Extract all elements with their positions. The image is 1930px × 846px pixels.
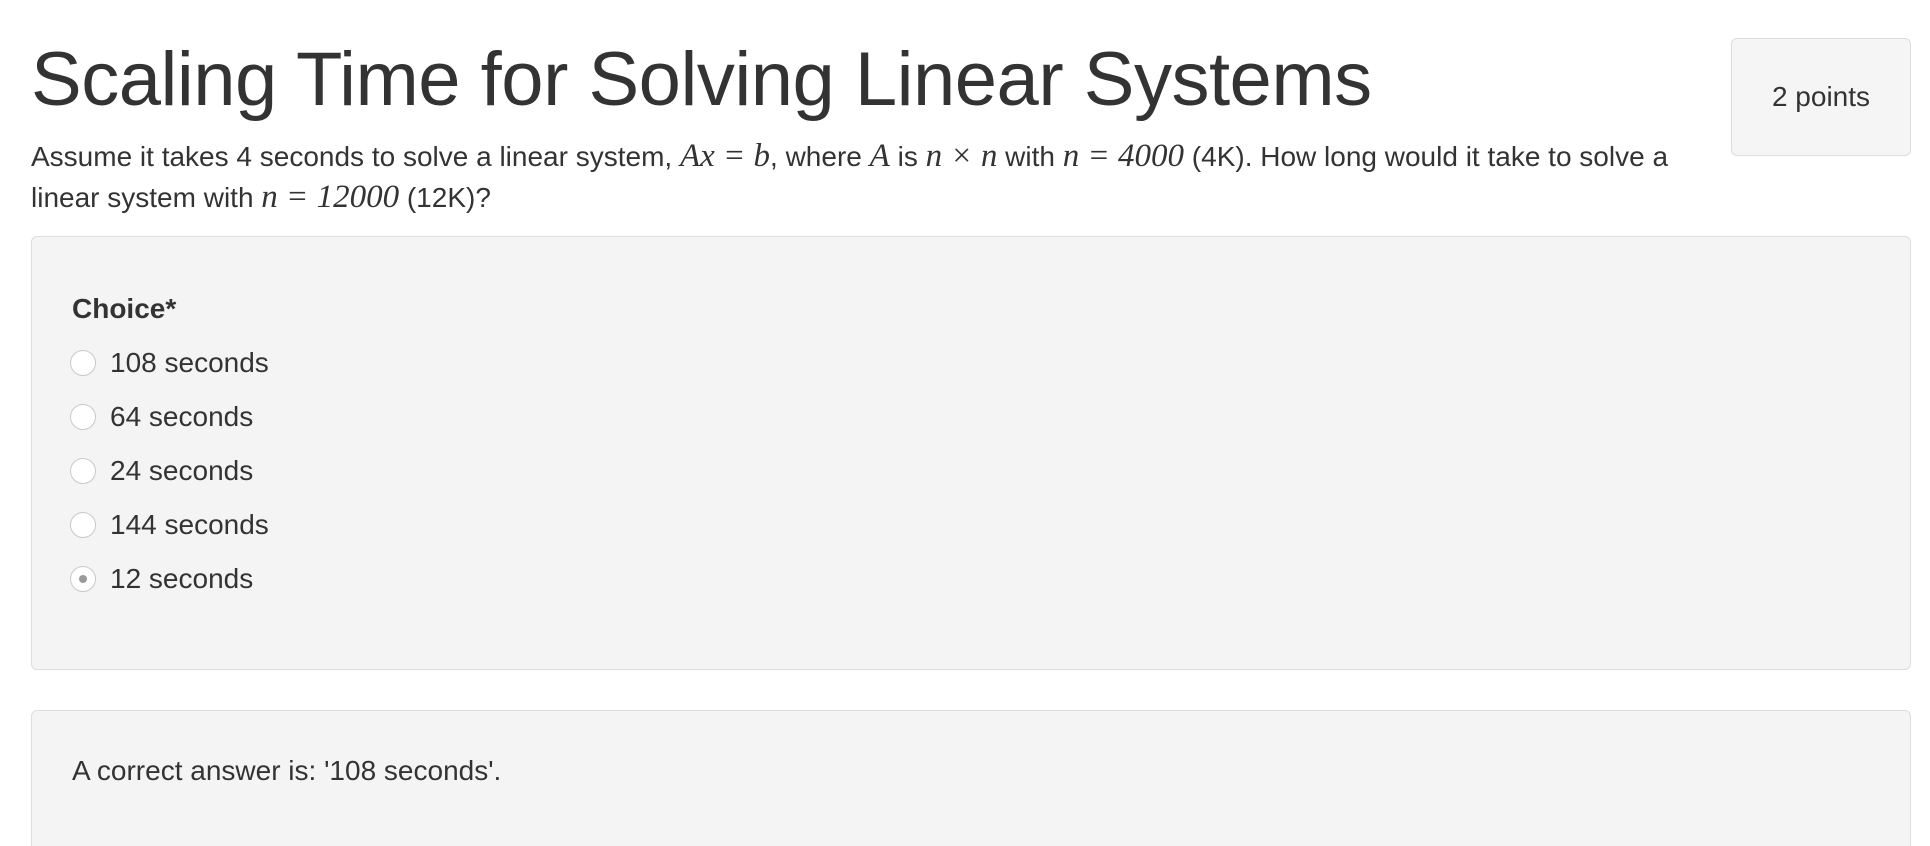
page-title: Scaling Time for Solving Linear Systems bbox=[31, 37, 1372, 122]
choice-option-4[interactable]: 144 seconds bbox=[70, 505, 269, 545]
math-variable: A bbox=[869, 138, 890, 174]
choice-option-label: 108 seconds bbox=[110, 347, 269, 378]
choice-option-5[interactable]: 12 seconds bbox=[70, 559, 253, 599]
correct-answer-text: A correct answer is: '108 seconds'. bbox=[72, 755, 502, 786]
math-dimension: n × n bbox=[925, 138, 998, 174]
math-size-4k: n = 4000 bbox=[1062, 138, 1185, 174]
prompt-text: Assume it takes 4 seconds to solve a lin… bbox=[31, 141, 680, 172]
prompt-text: , where bbox=[770, 141, 870, 172]
choice-option-label: 64 seconds bbox=[110, 401, 254, 432]
math-size-12k: n = 12000 bbox=[261, 179, 400, 215]
feedback-panel: A correct answer is: '108 seconds'. bbox=[31, 710, 1911, 846]
radio-button[interactable] bbox=[70, 458, 96, 484]
prompt-text: (12K)? bbox=[399, 182, 491, 213]
question-page: Scaling Time for Solving Linear Systems … bbox=[0, 0, 1930, 846]
math-equation: Ax = b bbox=[679, 138, 771, 174]
radio-button[interactable] bbox=[70, 404, 96, 430]
choice-option-label: 24 seconds bbox=[110, 455, 254, 486]
choice-heading: Choice* bbox=[72, 293, 177, 324]
choice-option-2[interactable]: 64 seconds bbox=[70, 397, 253, 437]
radio-button[interactable] bbox=[70, 350, 96, 376]
question-prompt: Assume it takes 4 seconds to solve a lin… bbox=[31, 136, 1711, 218]
choice-option-label: 12 seconds bbox=[110, 563, 254, 594]
prompt-text: with bbox=[997, 141, 1063, 172]
radio-button[interactable] bbox=[70, 566, 96, 592]
choices-panel: Choice* 108 seconds 64 seconds 24 second… bbox=[31, 236, 1911, 670]
points-badge: 2 points bbox=[1731, 38, 1911, 156]
choice-option-label: 144 seconds bbox=[110, 509, 269, 540]
choice-option-3[interactable]: 24 seconds bbox=[70, 451, 253, 491]
choice-option-1[interactable]: 108 seconds bbox=[70, 343, 269, 383]
prompt-text: is bbox=[889, 141, 926, 172]
radio-button[interactable] bbox=[70, 512, 96, 538]
